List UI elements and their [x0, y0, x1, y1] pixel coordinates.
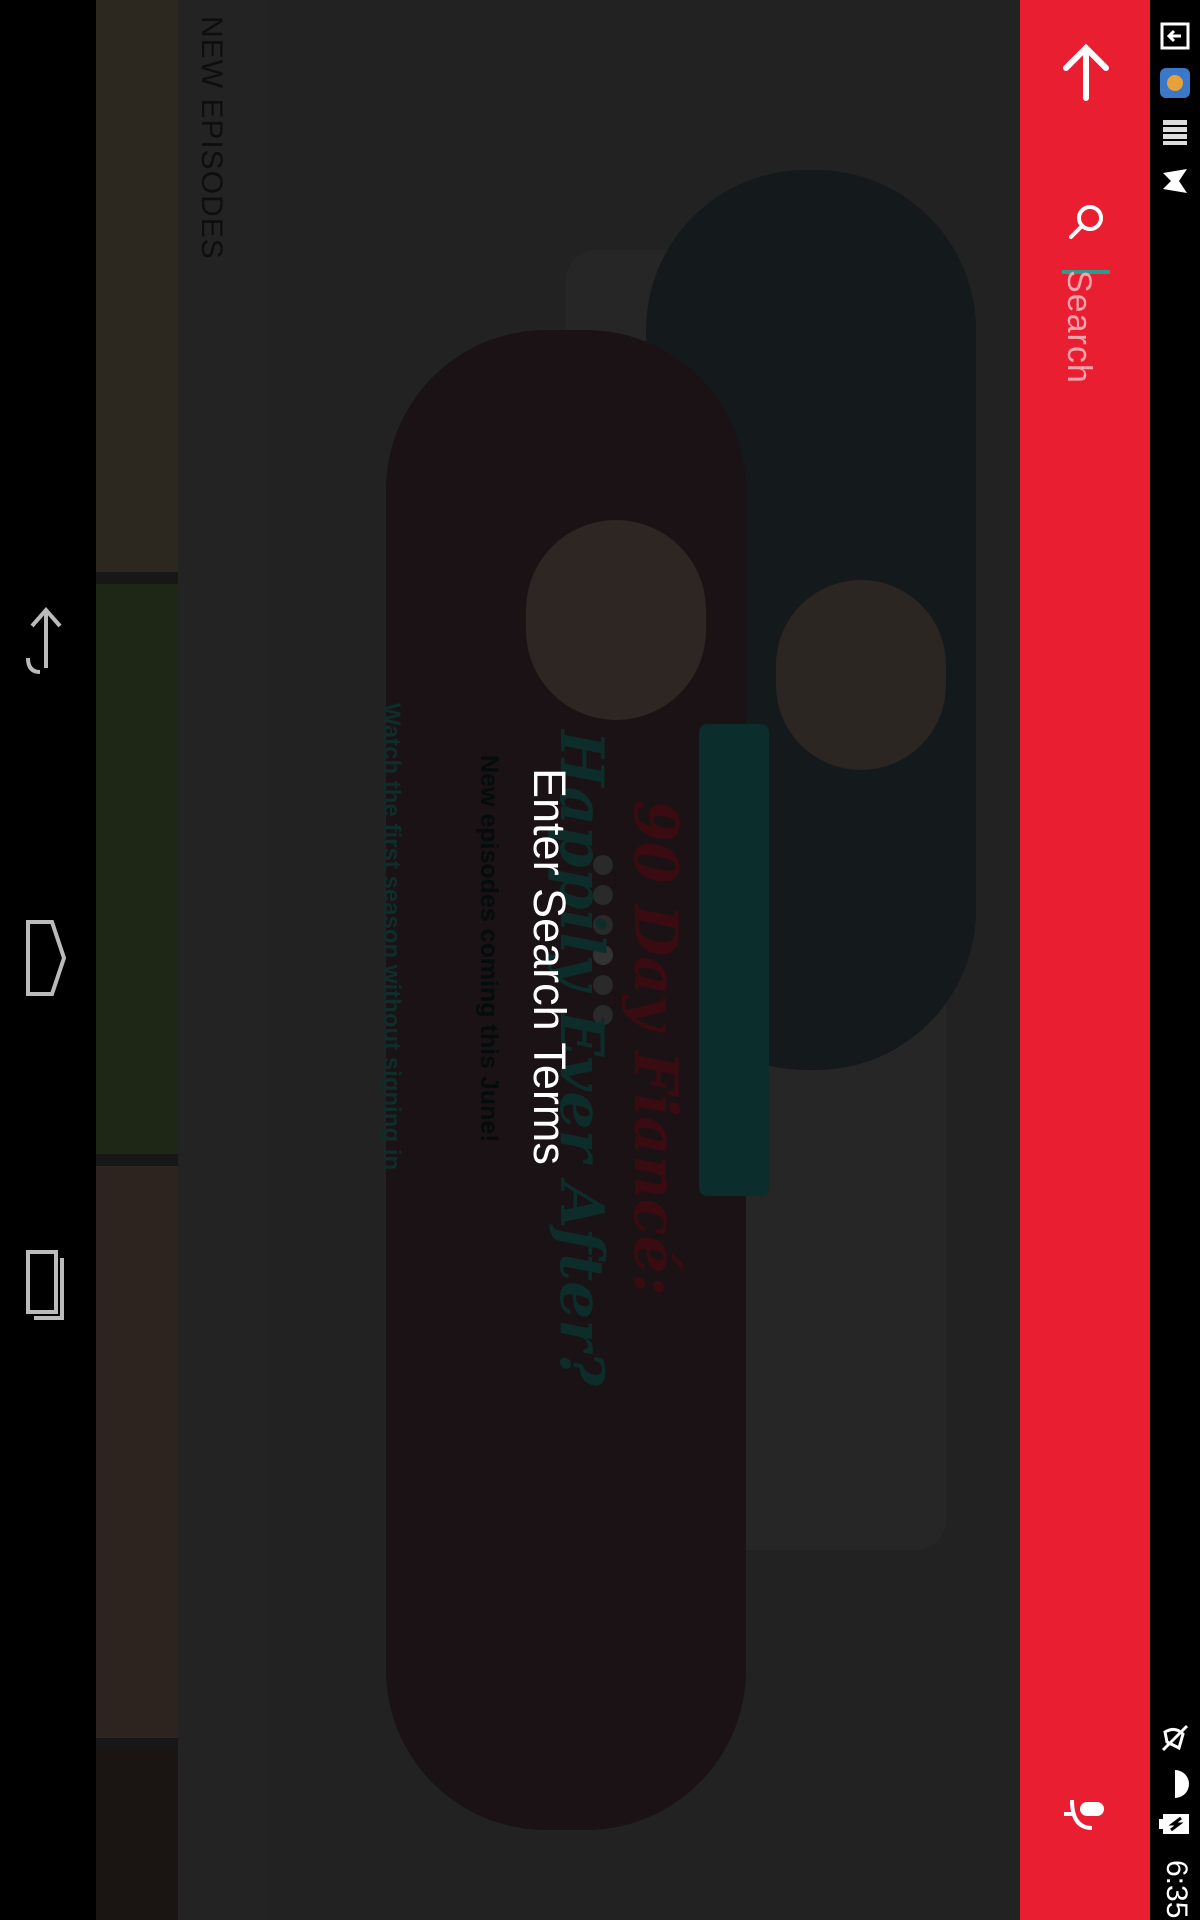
app-notification-icon — [1160, 68, 1190, 98]
hero-face — [776, 580, 946, 770]
home-nav-button[interactable] — [18, 918, 74, 998]
hero-cta-label: New episodes coming this June! — [475, 755, 503, 1143]
navigation-bar — [0, 0, 96, 1920]
hero-watch-text: Watch the first season without signing i… — [378, 703, 405, 1171]
voice-search-button[interactable] — [1062, 1790, 1110, 1838]
screen-cast-icon — [1160, 22, 1190, 50]
section-header-column — [178, 0, 266, 1920]
arrow-up-icon — [1063, 43, 1109, 101]
status-time: 6:35 — [1160, 1860, 1193, 1919]
recents-nav-button[interactable] — [18, 1246, 74, 1326]
episode-thumbnail[interactable] — [96, 1166, 178, 1738]
search-empty-hint: Enter Search Terms — [524, 768, 575, 1165]
search-icon — [1069, 205, 1103, 239]
hero-face — [526, 520, 706, 720]
hero-show-title: 90 Day Fiancé: — [620, 800, 690, 1296]
hero-cta-button[interactable] — [699, 724, 769, 1196]
play-store-icon — [1163, 169, 1187, 193]
episode-thumbnail[interactable] — [96, 1750, 178, 1920]
microphone-icon — [1064, 1799, 1104, 1830]
section-title: NEW EPISODES — [195, 16, 228, 260]
mute-icon — [1161, 1724, 1189, 1752]
status-bar — [1150, 0, 1200, 1920]
episode-thumbnail-strip — [96, 0, 178, 1920]
episode-thumbnail[interactable] — [96, 584, 178, 1154]
back-nav-button[interactable] — [18, 598, 74, 678]
wifi-icon — [1175, 1770, 1189, 1798]
back-icon — [26, 606, 62, 674]
home-icon — [26, 920, 67, 996]
battery-charging-icon — [1159, 1814, 1189, 1834]
recents-icon — [26, 1250, 64, 1320]
back-button[interactable] — [1060, 42, 1112, 102]
storage-icon — [1163, 120, 1187, 145]
episode-thumbnail[interactable] — [96, 0, 178, 572]
search-placeholder: Search — [1060, 270, 1098, 384]
